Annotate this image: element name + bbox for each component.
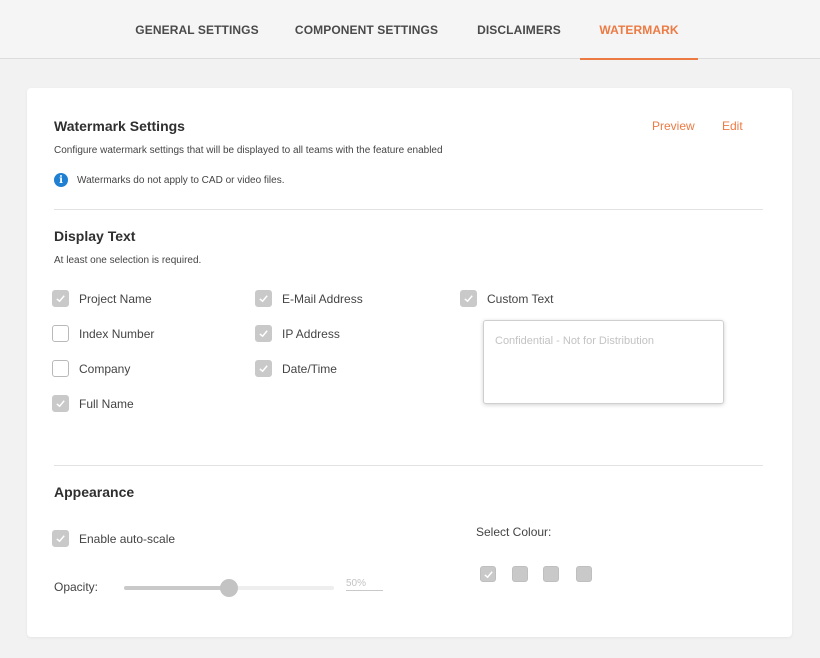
colour-swatch-1[interactable] xyxy=(480,566,496,582)
opacity-value[interactable]: 50% xyxy=(346,578,383,591)
checkbox-project-name-box[interactable] xyxy=(52,290,69,307)
checkbox-date-time-box[interactable] xyxy=(255,360,272,377)
checkbox-date-time-label: Date/Time xyxy=(282,361,337,376)
appearance-title: Appearance xyxy=(54,484,135,500)
checkbox-custom-text[interactable]: Custom Text xyxy=(460,290,553,307)
colour-swatch-3[interactable] xyxy=(543,566,559,582)
section-divider-1 xyxy=(54,209,763,210)
display-text-subtitle: At least one selection is required. xyxy=(54,255,202,266)
check-icon xyxy=(56,535,65,543)
checkbox-full-name-box[interactable] xyxy=(52,395,69,412)
check-icon xyxy=(483,570,493,578)
checkbox-project-name[interactable]: Project Name xyxy=(52,290,152,307)
section-divider-2 xyxy=(54,465,763,466)
checkbox-enable-auto-scale-box[interactable] xyxy=(52,530,69,547)
checkbox-company-label: Company xyxy=(79,361,131,376)
checkbox-index-number[interactable]: Index Number xyxy=(52,325,154,342)
info-note-text: Watermarks do not apply to CAD or video … xyxy=(77,174,285,186)
colour-swatch-4[interactable] xyxy=(576,566,592,582)
checkbox-full-name-label: Full Name xyxy=(79,396,134,411)
select-colour-label: Select Colour: xyxy=(476,525,552,539)
checkbox-full-name[interactable]: Full Name xyxy=(52,395,134,412)
opacity-slider-thumb[interactable] xyxy=(220,579,238,597)
check-icon xyxy=(259,295,268,303)
watermark-settings-title: Watermark Settings xyxy=(54,118,185,134)
checkbox-index-number-label: Index Number xyxy=(79,326,155,341)
checkbox-company-box[interactable] xyxy=(52,360,69,377)
tab-component-settings[interactable]: COMPONENT SETTINGS xyxy=(289,0,444,59)
settings-tab-bar: GENERAL SETTINGS COMPONENT SETTINGS DISC… xyxy=(0,0,820,60)
tab-disclaimers[interactable]: DISCLAIMERS xyxy=(469,0,569,59)
checkbox-email-address-box[interactable] xyxy=(255,290,272,307)
checkbox-project-name-label: Project Name xyxy=(79,291,152,306)
check-icon xyxy=(56,295,65,303)
checkbox-index-number-box[interactable] xyxy=(52,325,69,342)
display-text-title: Display Text xyxy=(54,228,136,244)
check-icon xyxy=(259,365,268,373)
checkbox-email-address-label: E-Mail Address xyxy=(282,291,363,306)
checkbox-company[interactable]: Company xyxy=(52,360,130,377)
checkbox-enable-auto-scale-label: Enable auto-scale xyxy=(79,531,176,546)
check-icon xyxy=(56,400,65,408)
opacity-label: Opacity: xyxy=(54,580,99,594)
info-note: i Watermarks do not apply to CAD or vide… xyxy=(54,173,285,187)
info-icon: i xyxy=(54,173,68,187)
checkbox-ip-address-label: IP Address xyxy=(282,326,340,341)
opacity-slider-fill xyxy=(124,586,229,590)
check-icon xyxy=(259,330,268,338)
tab-watermark[interactable]: WATERMARK xyxy=(580,0,698,60)
custom-text-input[interactable]: Confidential - Not for Distribution xyxy=(483,320,724,404)
checkbox-custom-text-box[interactable] xyxy=(460,290,477,307)
watermark-settings-card: Watermark Settings Preview Edit Configur… xyxy=(27,88,792,637)
check-icon xyxy=(464,295,473,303)
watermark-settings-description: Configure watermark settings that will b… xyxy=(54,145,443,156)
checkbox-custom-text-label: Custom Text xyxy=(487,291,554,306)
edit-link[interactable]: Edit xyxy=(722,119,743,133)
preview-link[interactable]: Preview xyxy=(652,119,695,133)
checkbox-date-time[interactable]: Date/Time xyxy=(255,360,337,377)
tab-general-settings[interactable]: GENERAL SETTINGS xyxy=(129,0,265,59)
opacity-slider[interactable] xyxy=(124,579,334,597)
checkbox-ip-address[interactable]: IP Address xyxy=(255,325,340,342)
colour-swatch-2[interactable] xyxy=(512,566,528,582)
checkbox-enable-auto-scale[interactable]: Enable auto-scale xyxy=(52,530,175,547)
checkbox-ip-address-box[interactable] xyxy=(255,325,272,342)
checkbox-email-address[interactable]: E-Mail Address xyxy=(255,290,363,307)
